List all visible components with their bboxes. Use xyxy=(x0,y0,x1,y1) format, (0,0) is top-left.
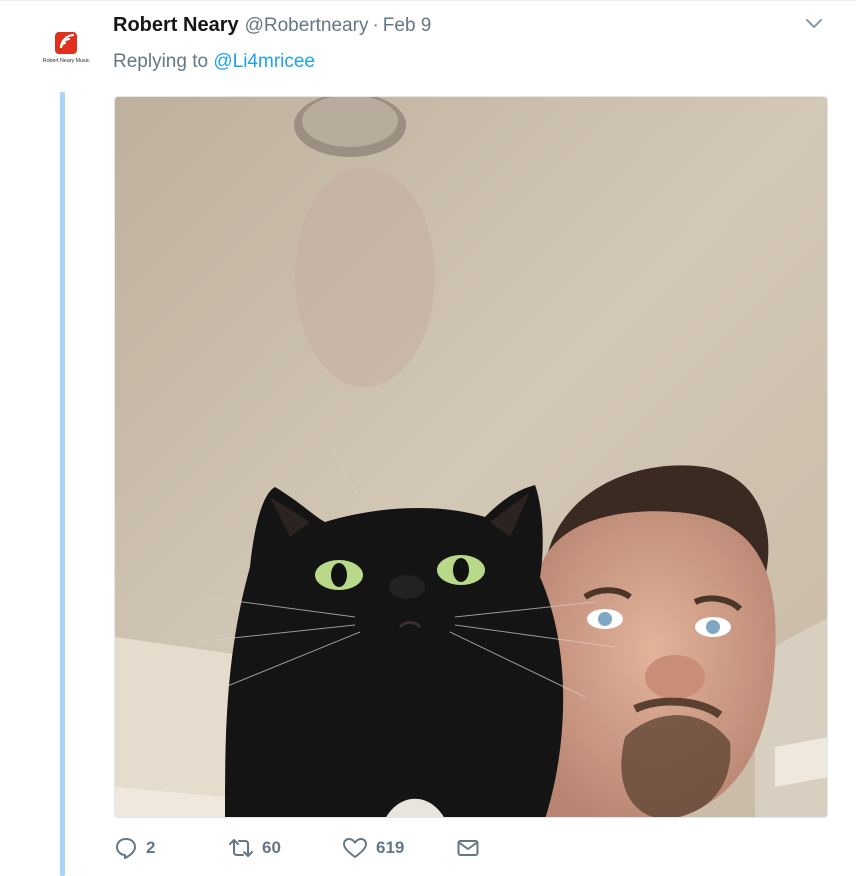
avatar-label: Robert Neary Music xyxy=(42,58,90,64)
author-name[interactable]: Robert Neary xyxy=(113,14,239,37)
retweet-count: 60 xyxy=(262,838,281,857)
thread-line xyxy=(60,92,65,876)
photo-cat-and-man xyxy=(115,97,827,817)
replying-to-mention[interactable]: @Li4mricee xyxy=(213,51,315,72)
avatar[interactable]: Robert Neary Music xyxy=(38,30,94,74)
like-count: 619 xyxy=(376,838,405,857)
avatar-logo xyxy=(55,32,77,54)
like-action[interactable]: 619 xyxy=(342,832,404,864)
tweet-photo[interactable] xyxy=(114,96,828,818)
reply-action[interactable]: 2 xyxy=(114,832,155,864)
heart-icon[interactable] xyxy=(342,836,368,860)
replying-prefix: Replying to xyxy=(113,51,209,72)
top-border xyxy=(0,0,856,1)
dm-action[interactable] xyxy=(456,832,480,864)
author-handle[interactable]: @Robertneary xyxy=(245,15,369,37)
retweet-icon[interactable] xyxy=(228,836,254,860)
separator-dot: · xyxy=(372,15,379,36)
tweet-header: Robert Neary @Robertneary · Feb 9 xyxy=(113,14,431,40)
tweet-actions: 2 60 619 xyxy=(114,832,614,864)
tweet-date[interactable]: Feb 9 xyxy=(383,15,432,37)
retweet-action[interactable]: 60 xyxy=(228,832,281,864)
chevron-down-icon[interactable] xyxy=(804,16,824,32)
envelope-icon[interactable] xyxy=(456,836,480,860)
reply-count: 2 xyxy=(146,838,156,857)
reply-icon[interactable] xyxy=(114,836,138,860)
replying-to: Replying to @Li4mricee xyxy=(113,51,315,73)
